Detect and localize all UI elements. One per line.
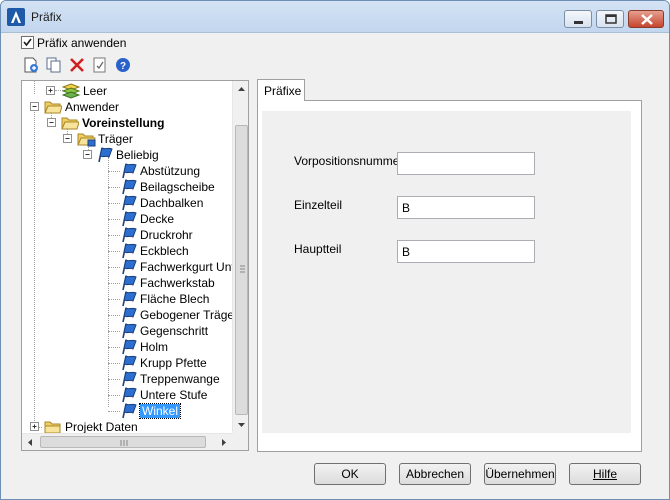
flag-icon: [96, 147, 114, 166]
title-bar: Präfix: [1, 1, 669, 33]
apply-prefix-checkbox[interactable]: [21, 36, 34, 49]
tree-leaf-label: Krupp Pfette: [140, 356, 207, 370]
tree-leaf-item[interactable]: Krupp Pfette: [120, 355, 232, 371]
minimize-button[interactable]: [564, 10, 592, 28]
tree-label: Voreinstellung: [82, 116, 165, 130]
tree-label: Beliebig: [116, 148, 159, 162]
cancel-label: Abbrechen: [405, 467, 465, 481]
tree-node-anwender[interactable]: Anwender: [30, 99, 150, 115]
tree-leaf-label: Dachbalken: [140, 196, 204, 210]
tree-leaf-label: Decke: [140, 212, 175, 226]
add-button[interactable]: [21, 55, 41, 75]
tree-leaf-item[interactable]: Beilagscheibe: [120, 179, 232, 195]
tree-leaf-item[interactable]: Dachbalken: [120, 195, 232, 211]
vertical-scroll-thumb[interactable]: [235, 125, 248, 415]
collapse-icon[interactable]: [83, 150, 92, 159]
tree-leaf-label: Eckblech: [140, 244, 189, 258]
folder-icon: [44, 419, 62, 433]
tree-leaf-item[interactable]: Treppenwange: [120, 371, 232, 387]
help-label: Hilfe: [592, 467, 617, 481]
tree-node-leer[interactable]: Leer: [46, 83, 166, 99]
tree-horizontal-scrollbar[interactable]: [22, 433, 232, 450]
app-logo-icon: [7, 8, 25, 26]
tree-leaf-item[interactable]: Fachwerkgurt Unte: [120, 259, 232, 275]
expand-icon[interactable]: [30, 422, 39, 431]
tree-leaf-label: Druckrohr: [140, 228, 193, 242]
tree-leaf-item[interactable]: Holm: [120, 339, 232, 355]
close-button[interactable]: [628, 10, 664, 28]
svg-text:?: ?: [120, 61, 126, 72]
tree-leaf-item[interactable]: Fläche Blech: [120, 291, 232, 307]
ok-label: OK: [341, 467, 359, 481]
scroll-down-arrow-icon[interactable]: [233, 416, 248, 433]
horizontal-scroll-thumb[interactable]: [40, 436, 206, 448]
tree-label: Träger: [98, 132, 133, 146]
tree-label: Leer: [83, 84, 108, 98]
prefix-panel: Vorpositionsnummer Einzelteil B Haupttei…: [257, 100, 642, 452]
collapse-icon[interactable]: [63, 134, 72, 143]
collapse-icon[interactable]: [30, 102, 39, 111]
tree-leaf-item[interactable]: Winkel: [120, 403, 232, 419]
tab-praefixe[interactable]: Präfixe: [257, 79, 305, 101]
tree-leaf-item[interactable]: Fachwerkstab: [120, 275, 232, 291]
tree-leaf-label: Fläche Blech: [140, 292, 210, 306]
apply-prefix-label: Präfix anwenden: [37, 36, 127, 50]
help-toolbar-button[interactable]: ?: [113, 55, 133, 75]
apply-label: Übernehmen: [485, 467, 555, 481]
tree-leaf-item[interactable]: Decke: [120, 211, 232, 227]
tab-label: Präfixe: [264, 84, 302, 98]
tree-leaf-label: Gegenschritt: [140, 324, 209, 338]
tree-leaf-label: Fachwerkgurt Unte: [140, 260, 232, 274]
scroll-up-arrow-icon[interactable]: [233, 81, 248, 98]
properties-button[interactable]: [90, 55, 110, 75]
tree-vertical-scrollbar[interactable]: [232, 81, 248, 433]
hauptteil-value: B: [402, 245, 411, 259]
tree-content: Leer Anwender Voreinstellung Träger Beli…: [22, 81, 232, 433]
scroll-right-arrow-icon[interactable]: [215, 434, 232, 450]
tree-leaf-label: Abstützung: [140, 164, 201, 178]
hauptteil-label: Hauptteil: [294, 242, 342, 256]
einzelteil-field[interactable]: B: [397, 196, 535, 219]
collapse-icon[interactable]: [47, 118, 56, 127]
maximize-button[interactable]: [596, 10, 624, 28]
tree-leaf-label: Winkel: [138, 403, 182, 419]
cancel-button[interactable]: Abbrechen: [399, 463, 471, 485]
einzelteil-value: B: [402, 201, 411, 215]
vorposition-label: Vorpositionsnummer: [294, 154, 404, 168]
tree-label: Anwender: [65, 100, 120, 114]
window-title: Präfix: [31, 10, 62, 24]
expand-icon[interactable]: [46, 86, 55, 95]
scroll-left-arrow-icon[interactable]: [22, 434, 39, 450]
tree-leaf-label: Gebogener Träger: [140, 308, 232, 322]
tree-leaf-label: Treppenwange: [140, 372, 220, 386]
tree-leaf-item[interactable]: Abstützung: [120, 163, 232, 179]
tree-leaf-item[interactable]: Gegenschritt: [120, 323, 232, 339]
tree-leaf-item[interactable]: Gebogener Träger: [120, 307, 232, 323]
tree-node-voreinstellung[interactable]: Voreinstellung: [47, 115, 207, 131]
tree-node-projekt-daten[interactable]: Projekt Daten: [30, 419, 170, 433]
toolbar: ?: [21, 55, 141, 75]
tree-node-traeger[interactable]: Träger: [63, 131, 183, 147]
scrollbar-corner: [232, 433, 248, 450]
delete-button[interactable]: [67, 55, 87, 75]
prefix-form: Vorpositionsnummer Einzelteil B Haupttei…: [262, 111, 631, 433]
tree-leaf-label: Fachwerkstab: [140, 276, 215, 290]
tree-node-beliebig[interactable]: Beliebig: [83, 147, 203, 163]
tree-leaf-label: Beilagscheibe: [140, 180, 215, 194]
tree-leaf-item[interactable]: Eckblech: [120, 243, 232, 259]
help-button[interactable]: Hilfe: [569, 463, 641, 485]
tree-label: Projekt Daten: [65, 420, 138, 433]
apply-button[interactable]: Übernehmen: [484, 463, 556, 485]
tree-leaf-item[interactable]: Untere Stufe: [120, 387, 232, 403]
prefix-dialog: Präfix Präfix anwenden ? Leer Anwender V…: [0, 0, 670, 500]
tree-leaf-label: Holm: [140, 340, 169, 354]
tree-leaf-label: Untere Stufe: [140, 388, 208, 402]
hauptteil-field[interactable]: B: [397, 240, 535, 263]
prefix-tree[interactable]: Leer Anwender Voreinstellung Träger Beli…: [21, 80, 249, 451]
ok-button[interactable]: OK: [314, 463, 386, 485]
einzelteil-label: Einzelteil: [294, 198, 343, 212]
tree-leaf-item[interactable]: Druckrohr: [120, 227, 232, 243]
copy-button[interactable]: [44, 55, 64, 75]
vorposition-field[interactable]: [397, 152, 535, 175]
